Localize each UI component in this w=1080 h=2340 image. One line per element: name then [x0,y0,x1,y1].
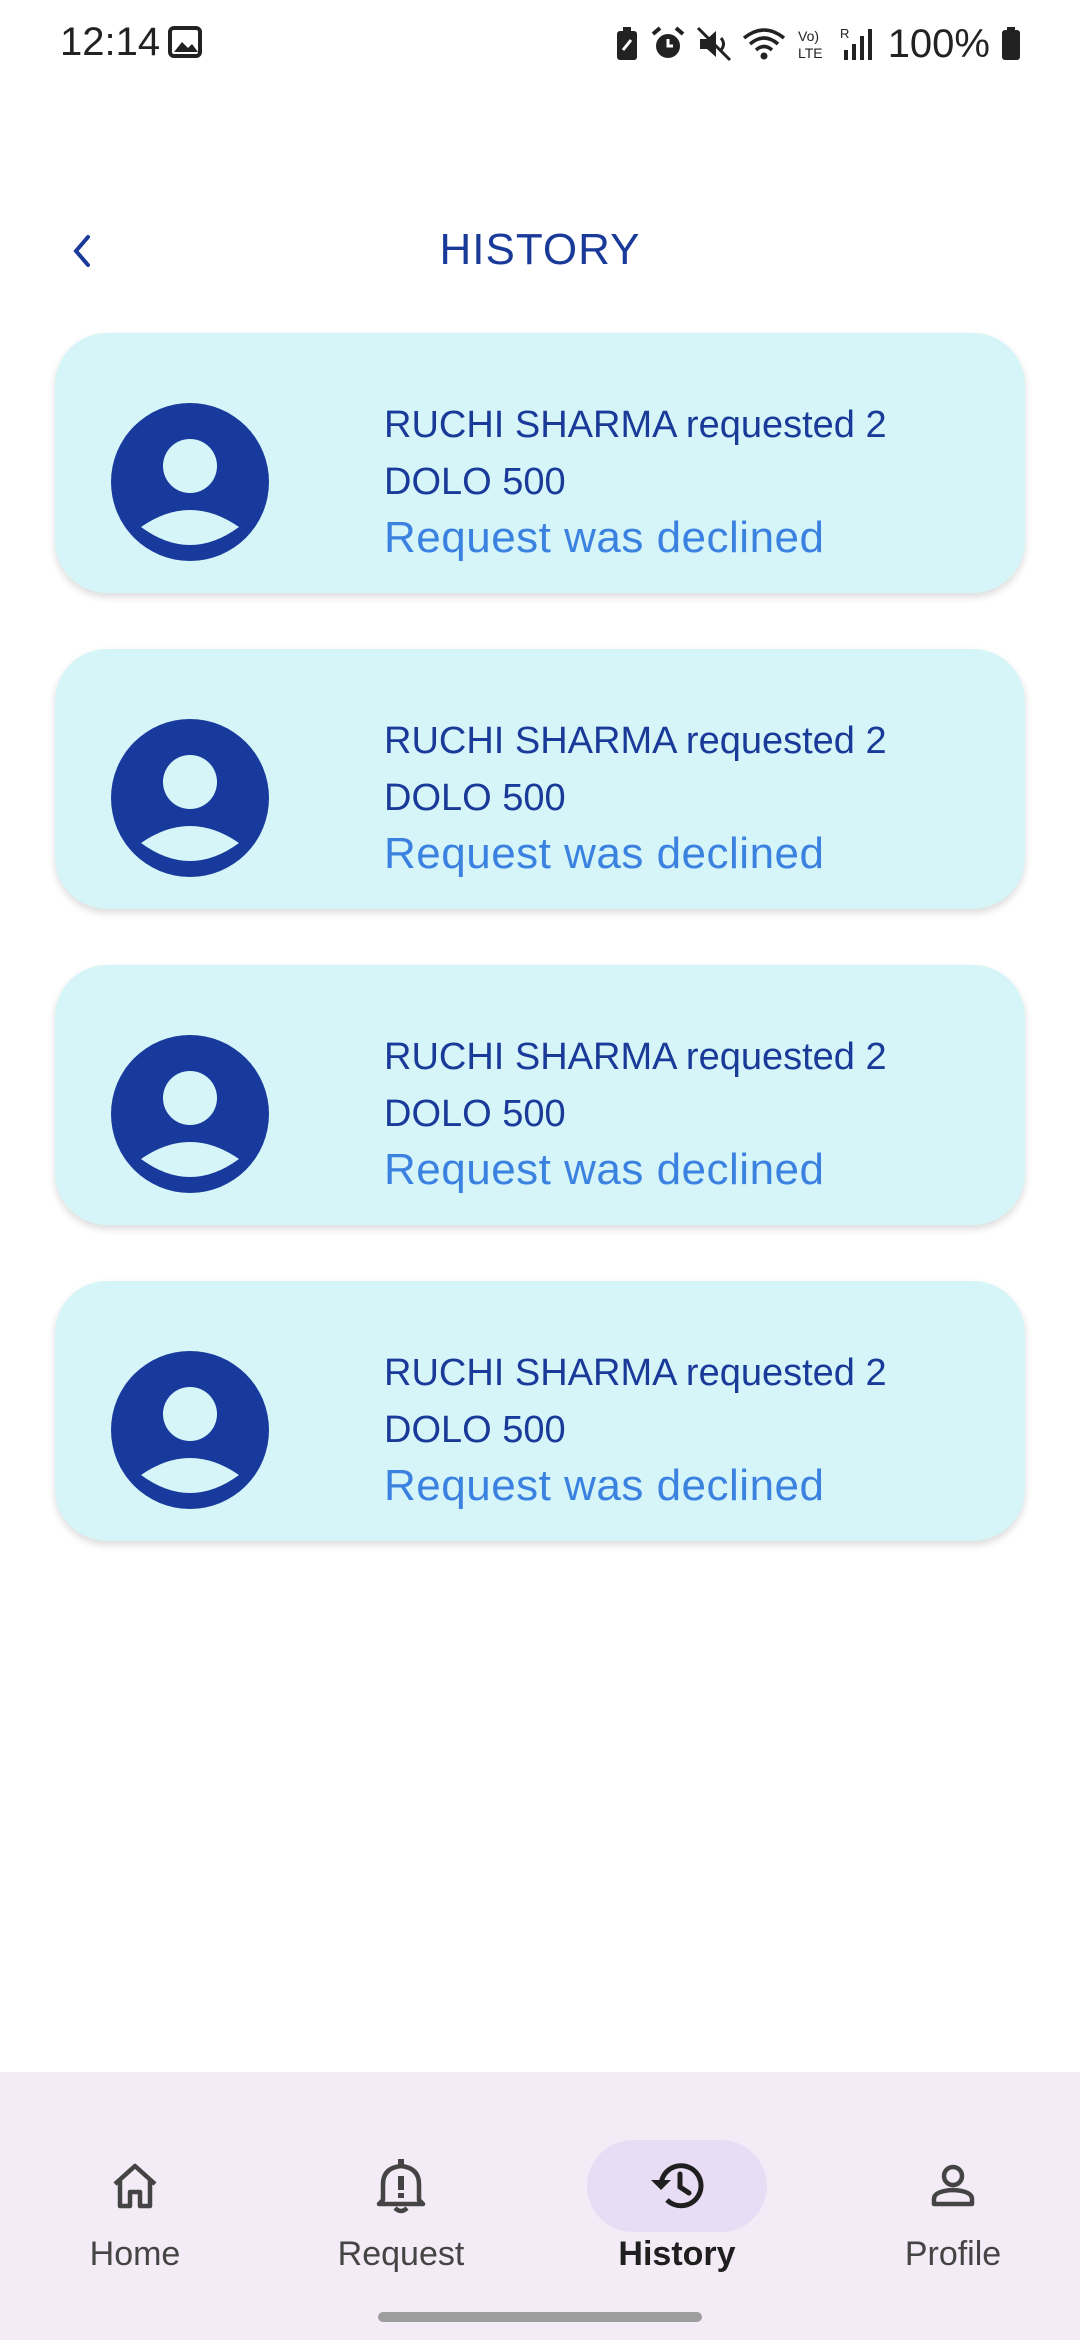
svg-text:R: R [840,26,849,41]
wifi-icon [742,28,785,60]
battery-saver-icon [616,27,637,60]
svg-text:LTE: LTE [798,45,823,61]
back-button[interactable] [52,222,110,280]
request-summary: RUCHI SHARMA requested 2 [384,720,887,762]
card-text: RUCHI SHARMA requested 2 DOLO 500 Reques… [384,1029,984,1197]
avatar-icon [111,1351,269,1509]
nav-label: Home [89,2235,181,2273]
request-summary: RUCHI SHARMA requested 2 [384,1352,887,1394]
history-list: RUCHI SHARMA requested 2 DOLO 500 Reques… [55,333,1025,1597]
medicine-name: DOLO 500 [384,1409,566,1451]
nav-home[interactable]: Home [0,2106,270,2276]
history-card[interactable]: RUCHI SHARMA requested 2 DOLO 500 Reques… [55,333,1025,593]
request-status: Request was declined [384,1145,825,1194]
nav-icon-container [311,2140,491,2232]
nav-icon-container [863,2140,1043,2232]
mute-icon [696,26,731,62]
medicine-name: DOLO 500 [384,461,566,503]
card-text: RUCHI SHARMA requested 2 DOLO 500 Reques… [384,1345,984,1513]
request-status: Request was declined [384,1461,825,1510]
battery-icon [1002,27,1020,60]
signal-icon: R [840,26,872,60]
page-title: HISTORY [439,225,641,274]
request-summary: RUCHI SHARMA requested 2 [384,1036,887,1078]
avatar-icon [111,403,269,561]
person-icon [931,2164,975,2207]
card-text: RUCHI SHARMA requested 2 DOLO 500 Reques… [384,397,984,565]
request-status: Request was declined [384,513,825,562]
nav-label: Request [337,2235,465,2273]
image-icon [168,26,202,58]
home-indicator[interactable] [378,2312,702,2322]
request-status: Request was declined [384,829,825,878]
status-icons: Vo) LTE R 100% [614,20,1022,68]
home-icon [113,2163,157,2209]
history-card[interactable]: RUCHI SHARMA requested 2 DOLO 500 Reques… [55,649,1025,909]
nav-history[interactable]: History [542,2106,812,2276]
card-text: RUCHI SHARMA requested 2 DOLO 500 Reques… [384,713,984,881]
nav-request[interactable]: Request [266,2106,536,2276]
history-card[interactable]: RUCHI SHARMA requested 2 DOLO 500 Reques… [55,1281,1025,1541]
alarm-icon [651,26,684,58]
medicine-name: DOLO 500 [384,1093,566,1135]
status-time: 12:14 [60,20,161,64]
history-icon [651,2163,704,2209]
avatar-icon [111,1035,269,1193]
history-card[interactable]: RUCHI SHARMA requested 2 DOLO 500 Reques… [55,965,1025,1225]
nav-icon-container [45,2140,225,2232]
nav-label: Profile [904,2235,1002,2273]
chevron-left-icon [73,235,90,267]
volte-icon: Vo) LTE [798,28,823,61]
medicine-name: DOLO 500 [384,777,566,819]
nav-icon-container [587,2140,767,2232]
nav-label: History [618,2235,736,2273]
bell-alert-icon [376,2159,426,2214]
bottom-navigation: Home Request History Profile [0,2072,1080,2340]
avatar-icon [111,719,269,877]
svg-text:Vo): Vo) [798,28,819,44]
battery-percentage: 100% [887,22,990,66]
request-summary: RUCHI SHARMA requested 2 [384,404,887,446]
status-bar: 12:14 Vo) LTE R 100% [0,0,1080,84]
nav-profile[interactable]: Profile [818,2106,1080,2276]
